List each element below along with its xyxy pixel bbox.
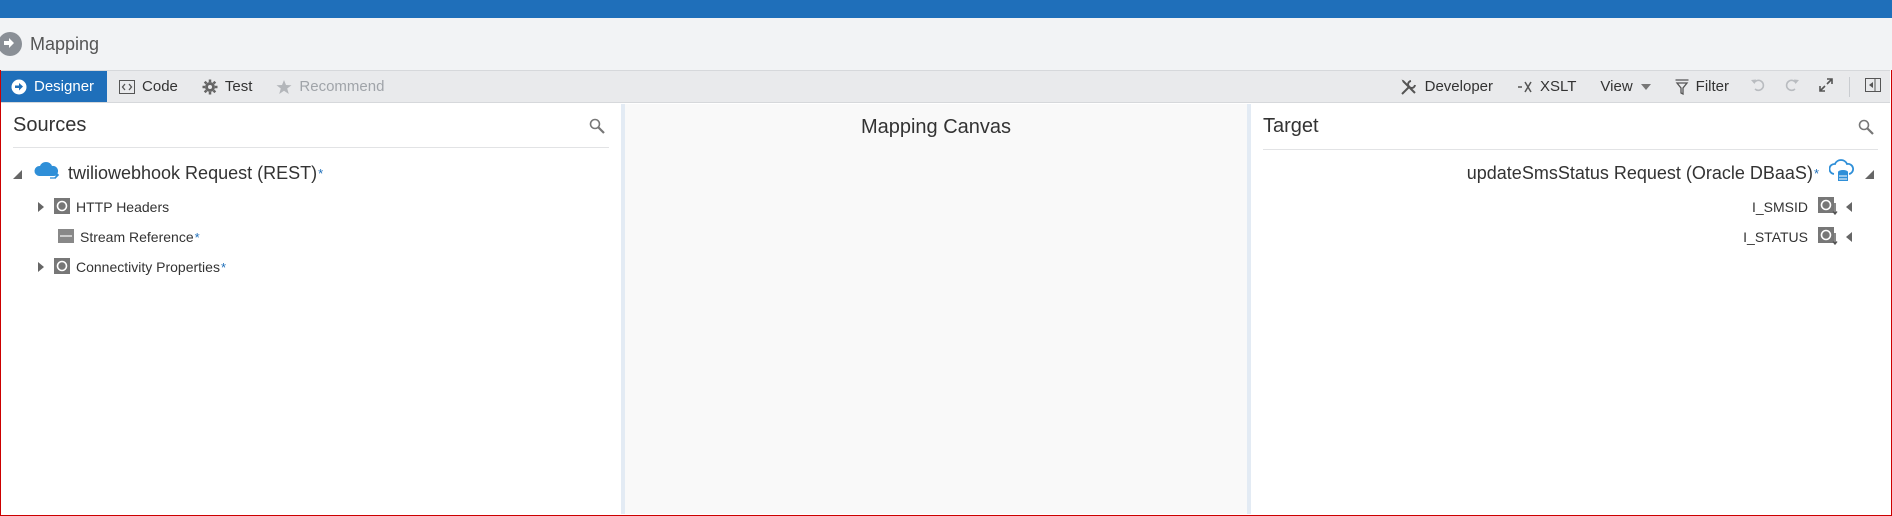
rest-cloud-icon <box>34 161 60 186</box>
source-root-label: twiliowebhook Request (REST) <box>68 162 318 183</box>
filter-icon <box>1675 78 1689 95</box>
main-toolbar: Designer Code Test Recommend Developer X… <box>1 70 1890 103</box>
view-menu-label: View <box>1600 78 1633 95</box>
search-icon[interactable] <box>1858 119 1874 135</box>
xslt-button-label: XSLT <box>1540 78 1577 95</box>
collapse-triangle-icon[interactable] <box>13 163 22 184</box>
chevron-down-icon <box>1640 83 1651 90</box>
source-root-node[interactable]: twiliowebhook Request (REST) * <box>1 158 621 188</box>
collapse-left-triangle-icon[interactable] <box>1846 199 1852 215</box>
target-node-i-smsid[interactable]: I_SMSID <box>1251 192 1852 222</box>
expand-button[interactable] <box>1809 71 1843 102</box>
tools-icon <box>1400 78 1418 96</box>
database-cloud-icon <box>1828 158 1855 188</box>
target-title: Target <box>1263 115 1319 137</box>
redo-button[interactable] <box>1775 71 1809 102</box>
sources-header: Sources <box>13 104 609 148</box>
required-marker: * <box>220 259 227 275</box>
recommend-tab[interactable]: Recommend <box>264 71 396 102</box>
collapse-left-triangle-icon[interactable] <box>1846 229 1852 245</box>
filter-button-label: Filter <box>1695 78 1729 95</box>
xslt-button[interactable]: XSLT <box>1505 71 1588 102</box>
developer-button[interactable]: Developer <box>1388 71 1505 102</box>
string-element-icon <box>58 228 74 247</box>
search-icon[interactable] <box>589 118 605 134</box>
target-root-node[interactable]: updateSmsStatus Request (Oracle DBaaS) * <box>1251 158 1874 188</box>
db-column-icon <box>1818 226 1838 248</box>
test-tab[interactable]: Test <box>190 71 265 102</box>
mapping-canvas[interactable]: Mapping Canvas <box>625 104 1247 514</box>
panel-toggle-icon <box>1865 77 1881 97</box>
star-icon <box>276 79 292 95</box>
expand-triangle-icon[interactable] <box>38 199 44 215</box>
mapping-icon <box>0 32 22 56</box>
xslt-icon <box>1517 80 1533 94</box>
top-accent-bar <box>0 0 1892 18</box>
page-title: Mapping <box>30 33 100 54</box>
view-menu[interactable]: View <box>1588 71 1662 102</box>
undo-button[interactable] <box>1741 71 1775 102</box>
required-marker: * <box>194 229 200 245</box>
expand-triangle-icon[interactable] <box>38 259 44 275</box>
source-node-label: Connectivity Properties <box>76 259 220 275</box>
source-tree: twiliowebhook Request (REST) * HTTP Heade… <box>1 158 621 282</box>
gear-icon <box>202 79 218 95</box>
required-marker: * <box>1813 165 1819 181</box>
target-tree: updateSmsStatus Request (Oracle DBaaS) * … <box>1251 158 1890 252</box>
developer-button-label: Developer <box>1424 78 1493 95</box>
canvas-title: Mapping Canvas <box>860 116 1012 138</box>
target-root-label: updateSmsStatus Request (Oracle DBaaS) <box>1466 162 1813 183</box>
target-node-label: I_STATUS <box>1743 229 1808 245</box>
target-panel: Target updateSmsStatus Request (Oracle D… <box>1251 104 1890 514</box>
target-node-i-status[interactable]: I_STATUS <box>1251 222 1852 252</box>
designer-tab-label: Designer <box>34 78 95 95</box>
designer-icon <box>11 79 27 95</box>
toolbar-right-group: Developer XSLT View Filter <box>1388 71 1890 102</box>
collapse-triangle-icon[interactable] <box>1865 163 1874 184</box>
sources-panel: Sources twiliowebhook Request (REST) * HT… <box>1 104 621 514</box>
target-header: Target <box>1263 104 1878 150</box>
expand-icon <box>1818 77 1834 97</box>
required-marker: * <box>318 165 324 181</box>
filter-button[interactable]: Filter <box>1663 71 1741 102</box>
target-node-label: I_SMSID <box>1751 199 1808 215</box>
source-node-stream-reference[interactable]: Stream Reference * <box>1 222 621 252</box>
undo-icon <box>1750 78 1766 96</box>
source-node-label: HTTP Headers <box>76 199 170 215</box>
toolbar-divider <box>1849 76 1850 97</box>
code-tab-label: Code <box>142 78 178 95</box>
source-node-http-headers[interactable]: HTTP Headers <box>1 192 621 222</box>
db-column-icon <box>1818 196 1838 218</box>
source-node-connectivity-properties[interactable]: Connectivity Properties * <box>1 252 621 282</box>
panel-toggle-button[interactable] <box>1856 71 1890 102</box>
sources-title: Sources <box>13 114 87 136</box>
recommend-tab-label: Recommend <box>299 78 385 95</box>
title-bar: Mapping <box>0 18 1892 70</box>
redo-icon <box>1784 78 1800 96</box>
source-node-label: Stream Reference <box>80 229 194 245</box>
complex-element-icon <box>54 197 70 217</box>
designer-tab[interactable]: Designer <box>1 71 108 102</box>
code-icon <box>119 79 136 94</box>
test-tab-label: Test <box>224 78 253 95</box>
complex-element-icon <box>54 257 70 277</box>
code-tab[interactable]: Code <box>107 71 190 102</box>
